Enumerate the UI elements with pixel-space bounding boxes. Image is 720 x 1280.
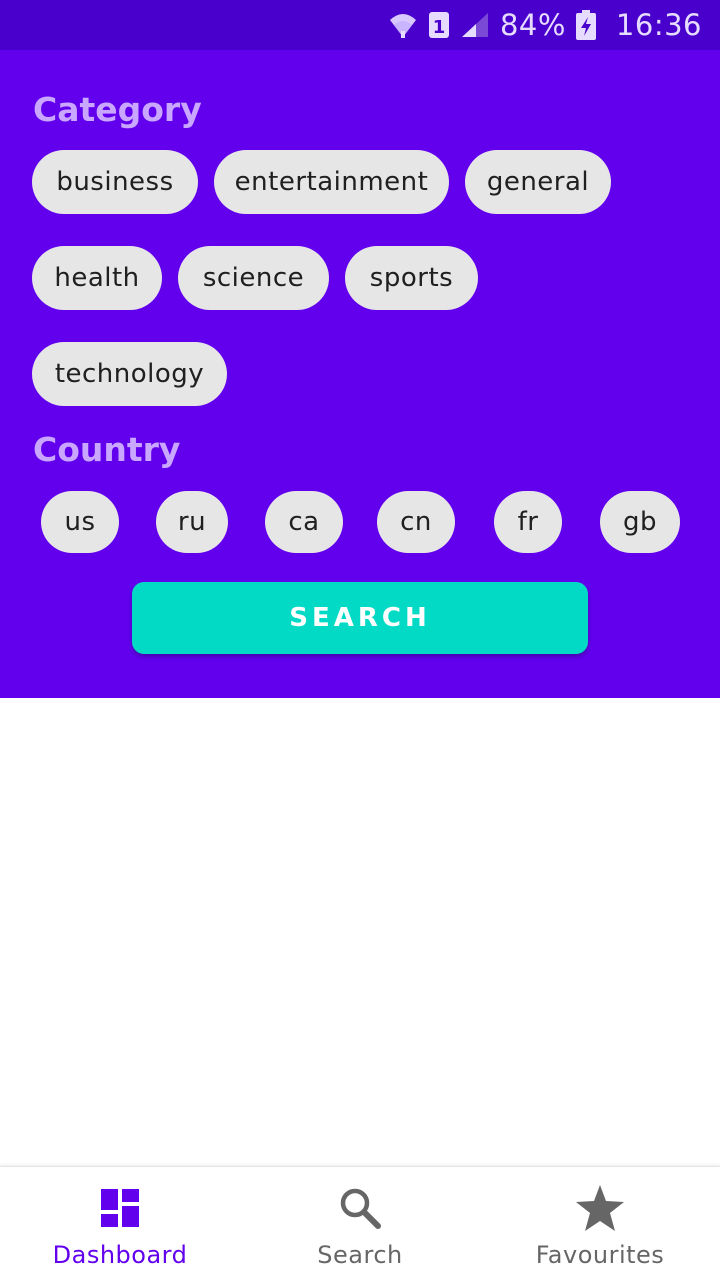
- battery-percent: 84%: [499, 8, 566, 42]
- chip-country-ca[interactable]: ca: [265, 491, 343, 553]
- chip-country-cn[interactable]: cn: [377, 491, 455, 553]
- status-bar: 1 84% 16:36: [0, 0, 720, 50]
- search-button[interactable]: SEARCH: [132, 582, 588, 654]
- chip-entertainment[interactable]: entertainment: [214, 150, 449, 214]
- nav-item-dashboard[interactable]: Dashboard: [0, 1167, 240, 1280]
- chip-country-ru[interactable]: ru: [156, 491, 228, 553]
- sim-icon: 1: [428, 11, 450, 39]
- sim-slot-label: 1: [433, 17, 446, 38]
- results-area: [0, 698, 720, 1166]
- wifi-icon: [388, 11, 418, 39]
- search-icon: [339, 1185, 381, 1231]
- country-title: Country: [33, 430, 181, 469]
- battery-charging-icon: [575, 10, 596, 40]
- category-title: Category: [33, 90, 202, 129]
- chip-country-gb[interactable]: gb: [600, 491, 680, 553]
- nav-item-favourites[interactable]: Favourites: [480, 1167, 720, 1280]
- star-icon: [575, 1185, 625, 1231]
- nav-item-search[interactable]: Search: [240, 1167, 480, 1280]
- filter-panel: Category business entertainment general …: [0, 50, 720, 698]
- nav-label-favourites: Favourites: [535, 1241, 665, 1269]
- nav-label-search: Search: [317, 1241, 403, 1269]
- chip-science[interactable]: science: [178, 246, 329, 310]
- chip-technology[interactable]: technology: [32, 342, 227, 406]
- signal-icon: [460, 11, 490, 39]
- clock: 16:36: [615, 8, 702, 42]
- nav-label-dashboard: Dashboard: [52, 1241, 188, 1269]
- chip-sports[interactable]: sports: [345, 246, 478, 310]
- chip-country-us[interactable]: us: [41, 491, 119, 553]
- chip-general[interactable]: general: [465, 150, 611, 214]
- bottom-navigation: Dashboard Search Favourites: [0, 1166, 720, 1280]
- chip-business[interactable]: business: [32, 150, 198, 214]
- chip-health[interactable]: health: [32, 246, 162, 310]
- dashboard-icon: [101, 1185, 139, 1231]
- chip-country-fr[interactable]: fr: [494, 491, 562, 553]
